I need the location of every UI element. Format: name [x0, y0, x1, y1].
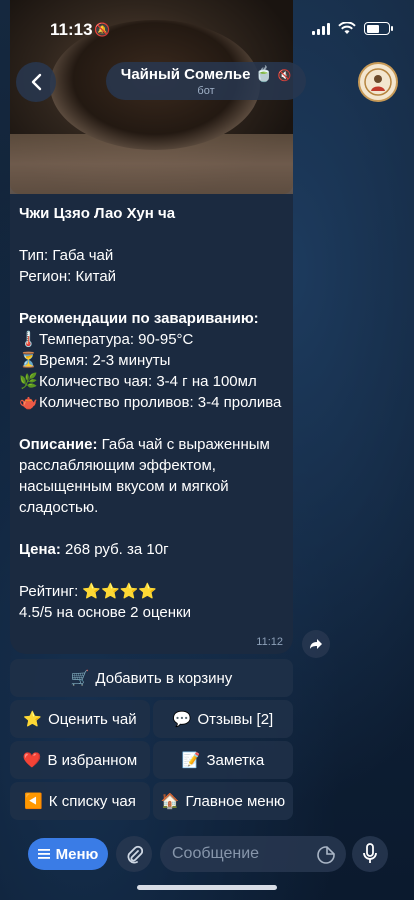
heart-icon: ❤️ — [22, 752, 42, 769]
back-arrow-icon: ◀️ — [24, 793, 43, 810]
rating-label: Рейтинг: — [19, 583, 83, 600]
rate-tea-button[interactable]: ⭐ Оценить чай — [10, 700, 150, 738]
signal-icon — [312, 22, 330, 35]
reviews-button[interactable]: 💬 Отзывы [2] — [153, 700, 293, 738]
reviews-label: Отзывы [2] — [197, 710, 274, 728]
message-time: 11:12 — [256, 636, 283, 648]
sticker-icon[interactable] — [316, 845, 336, 865]
paperclip-icon — [127, 845, 143, 864]
bot-menu-label: Меню — [55, 845, 99, 863]
hourglass-icon: ⏳ — [19, 352, 38, 369]
chevron-left-icon — [31, 73, 42, 91]
back-button[interactable] — [16, 62, 56, 102]
muted-icon: 🔇 — [277, 70, 292, 82]
speech-bubble-icon: 💬 — [172, 711, 192, 728]
message-text: Чжи Цзяо Лао Хун ча Тип: Габа чай Регион… — [19, 203, 287, 623]
brew-infusions: Количество проливов: 3-4 пролива — [39, 394, 282, 411]
tea-type: Тип: Габа чай — [19, 247, 114, 264]
chat-header[interactable]: Чайный Сомелье 🍵 🔇 бот — [106, 62, 306, 100]
herb-icon: 🌿 — [19, 373, 38, 390]
chat-title: Чайный Сомелье 🍵 — [120, 66, 274, 83]
brew-temperature: Температура: 90-95°C — [39, 331, 194, 348]
attach-button[interactable] — [116, 836, 152, 872]
brew-amount: Количество чая: 3-4 г на 100мл — [39, 373, 257, 390]
favorites-button[interactable]: ❤️ В избранном — [10, 741, 150, 779]
status-time: 11:13 — [50, 20, 93, 39]
microphone-icon — [363, 843, 377, 863]
mute-bell-icon: 🔕 — [94, 22, 111, 37]
price-text: 268 руб. за 10г — [60, 541, 169, 558]
share-button[interactable] — [302, 630, 330, 658]
star-icon: ⭐ — [23, 711, 43, 728]
brewing-title: Рекомендации по завариванию: — [19, 310, 259, 327]
microphone-button[interactable] — [352, 836, 388, 872]
house-icon: 🏠 — [160, 793, 180, 810]
price-label: Цена: — [19, 541, 61, 558]
home-indicator — [137, 885, 277, 890]
main-menu-label: Главное меню — [185, 792, 286, 810]
tea-region: Регион: Китай — [19, 268, 117, 285]
thermometer-icon: 🌡️ — [19, 331, 38, 348]
brew-time: Время: 2-3 минуты — [39, 352, 171, 369]
teapot-icon: 🫖 — [19, 394, 38, 411]
memo-icon: 📝 — [181, 752, 201, 769]
wifi-icon — [338, 22, 356, 34]
note-label: Заметка — [206, 751, 265, 769]
add-to-cart-label: Добавить в корзину — [95, 669, 233, 687]
back-to-list-button[interactable]: ◀️ К списку чая — [10, 782, 150, 820]
hamburger-icon — [37, 849, 50, 859]
cart-icon: 🛒 — [70, 670, 90, 687]
back-to-list-label: К списку чая — [48, 792, 136, 810]
sommelier-logo-icon — [364, 68, 392, 96]
rating-summary: 4.5/5 на основе 2 оценки — [19, 604, 191, 621]
bot-menu-button[interactable]: Меню — [28, 838, 108, 870]
note-button[interactable]: 📝 Заметка — [153, 741, 293, 779]
favorites-label: В избранном — [47, 751, 138, 769]
status-bar: 11:13 🔕 — [0, 0, 414, 58]
bot-avatar[interactable] — [358, 62, 398, 102]
main-menu-button[interactable]: 🏠 Главное меню — [153, 782, 293, 820]
description-label: Описание: — [19, 436, 98, 453]
chat-subtitle: бот — [197, 85, 215, 97]
share-arrow-icon — [310, 639, 322, 649]
rate-tea-label: Оценить чай — [48, 710, 137, 728]
tea-name: Чжи Цзяо Лао Хун ча — [19, 205, 176, 222]
battery-icon — [364, 22, 393, 35]
add-to-cart-button[interactable]: 🛒 Добавить в корзину — [10, 659, 293, 697]
rating-stars: ⭐⭐⭐⭐ — [82, 583, 158, 600]
